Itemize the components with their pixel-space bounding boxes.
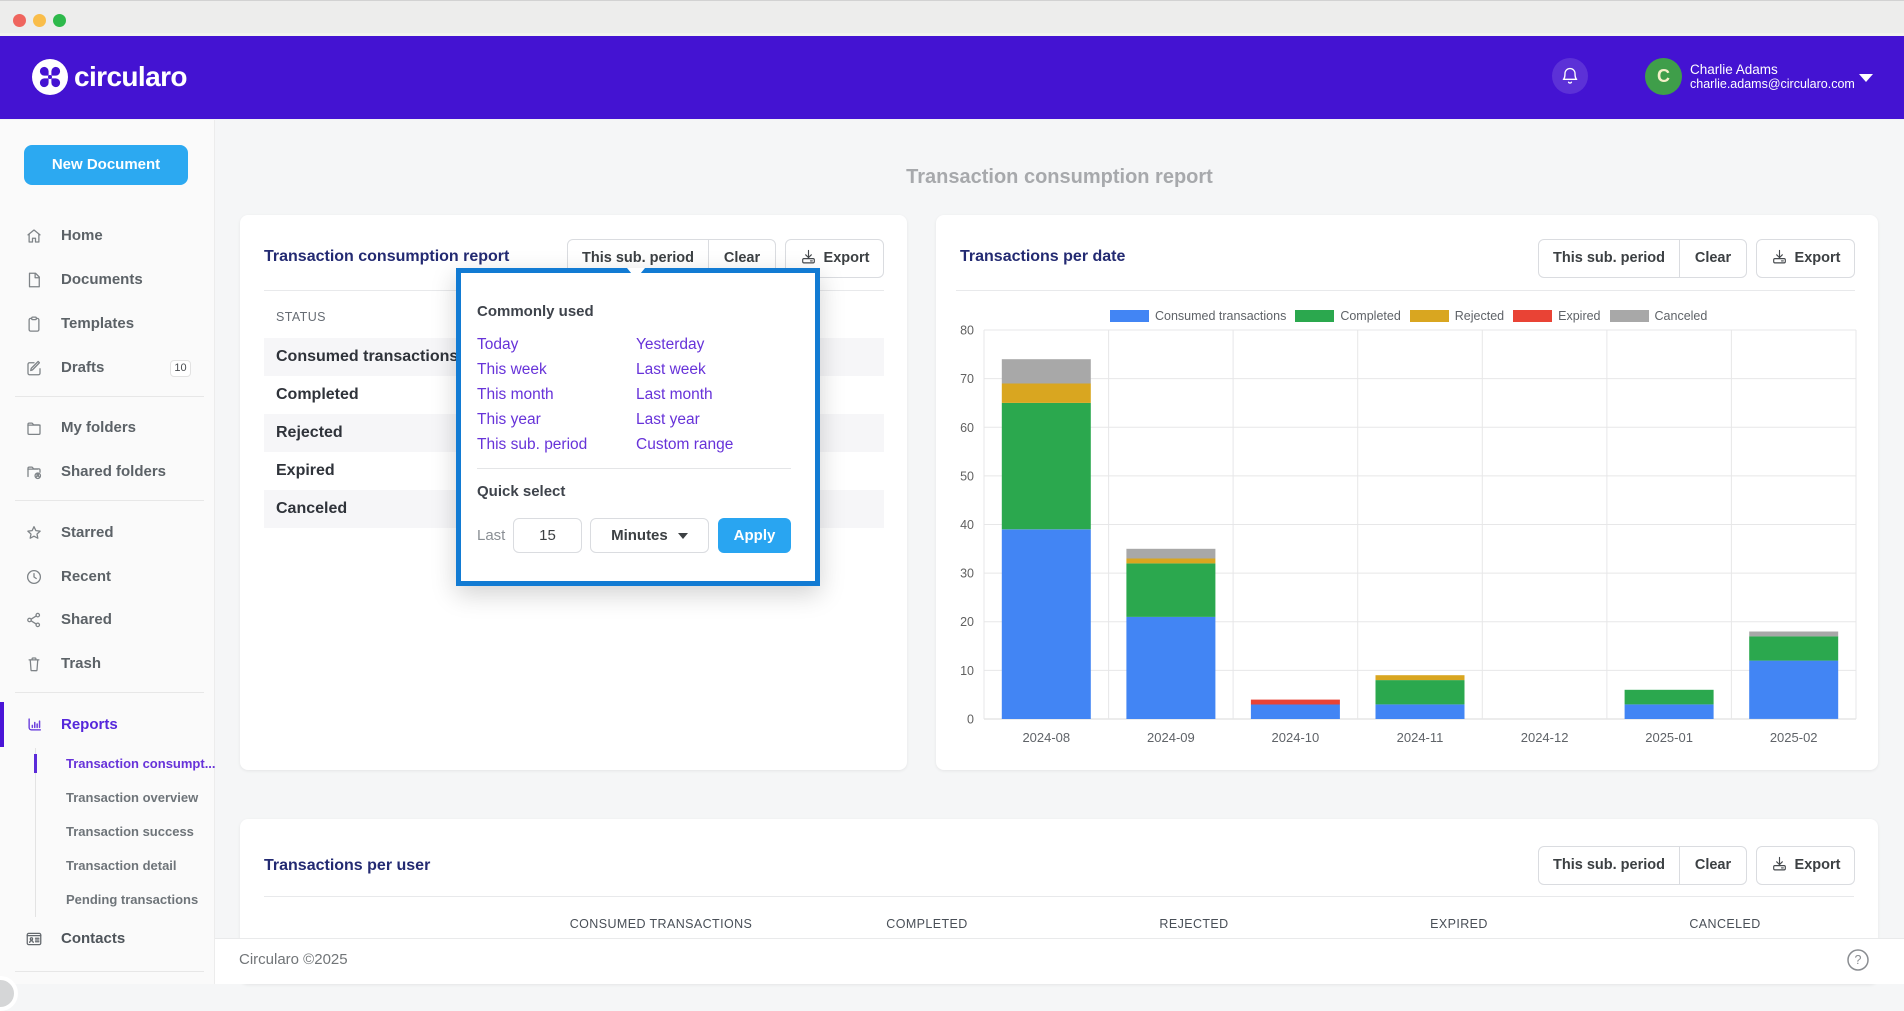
svg-text:30: 30: [960, 567, 974, 581]
svg-text:2024-10: 2024-10: [1272, 730, 1320, 745]
svg-text:2025-02: 2025-02: [1770, 730, 1818, 745]
svg-text:2024-09: 2024-09: [1147, 730, 1195, 745]
svg-text:2025-01: 2025-01: [1645, 730, 1693, 745]
svg-text:80: 80: [960, 324, 974, 338]
svg-text:?: ?: [1855, 953, 1862, 967]
svg-text:40: 40: [960, 518, 974, 532]
svg-text:20: 20: [960, 615, 974, 629]
svg-text:0: 0: [967, 713, 974, 727]
svg-text:2024-11: 2024-11: [1397, 730, 1444, 745]
svg-text:60: 60: [960, 421, 974, 435]
svg-text:2024-12: 2024-12: [1521, 730, 1569, 745]
svg-text:2024-08: 2024-08: [1022, 730, 1070, 745]
svg-text:50: 50: [960, 469, 974, 483]
svg-text:70: 70: [960, 372, 974, 386]
svg-text:10: 10: [960, 664, 974, 678]
